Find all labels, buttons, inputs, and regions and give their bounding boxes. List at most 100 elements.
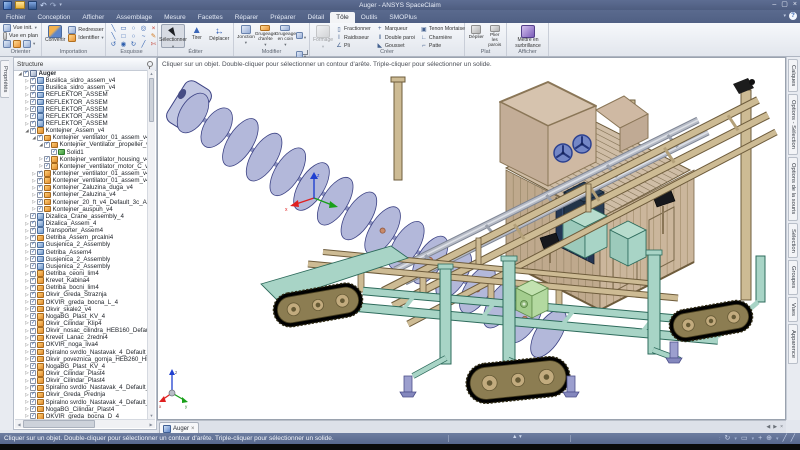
visibility-checkbox[interactable]: [30, 85, 36, 91]
visibility-checkbox[interactable]: [30, 342, 36, 348]
tree-item[interactable]: ▷Spiralno svrdlo_Nastavak_4_Default_3c_A: [15, 398, 148, 405]
fractionner-button[interactable]: ▯Fractionner: [336, 25, 371, 33]
visibility-checkbox[interactable]: [30, 213, 36, 219]
tree-item[interactable]: ▷Spiralno svrdlo_Nastavak_4_Default_3c_A: [15, 384, 148, 391]
visibility-checkbox[interactable]: [30, 92, 36, 98]
visibility-checkbox[interactable]: [30, 99, 36, 105]
ribbon-tab-fichier[interactable]: Fichier: [0, 12, 32, 23]
tree-item[interactable]: ▷REFLEKTOR_ASSEM: [15, 120, 148, 127]
visibility-checkbox[interactable]: [30, 385, 36, 391]
pan-icon[interactable]: [23, 40, 31, 48]
scroll-right-icon[interactable]: ▶: [147, 422, 155, 427]
ribbon-tab-assemblage[interactable]: Assemblage: [110, 12, 158, 23]
app-icon[interactable]: [3, 1, 12, 10]
visibility-checkbox[interactable]: [30, 399, 36, 405]
vue-init-button[interactable]: Vue init.: [3, 24, 38, 32]
tree-item[interactable]: ▷Getriba_Assem4: [15, 249, 148, 256]
tab-options-de-la-souris[interactable]: Options de la souris: [788, 157, 798, 220]
tree-item[interactable]: ▷Okvir_nosac_cilindra_HEB160_Default_3c: [15, 327, 148, 334]
crawler-track[interactable]: [464, 355, 572, 406]
tree-item[interactable]: ▷OKVIR_greda_bocna_L_4: [15, 299, 148, 306]
pan-icon[interactable]: +: [758, 434, 762, 444]
visibility-checkbox[interactable]: [30, 121, 36, 127]
viewport-3d[interactable]: Cliquer sur un objet. Double-cliquer pou…: [157, 57, 786, 420]
sketch-spline-icon[interactable]: ~: [139, 33, 148, 41]
tree-item[interactable]: ▷Okvir_Cilindar_Klip4: [15, 320, 148, 327]
tab-options-s-lection[interactable]: Options - Sélection: [788, 94, 798, 155]
overflow-icon[interactable]: :: [719, 434, 720, 444]
tree-item[interactable]: ▷Okvir_Greda_Prednja: [15, 391, 148, 398]
tree-item[interactable]: ▷Gusjenica_2_Assembly: [15, 263, 148, 270]
sketch-chamfer-icon[interactable]: ╱: [139, 41, 148, 49]
spin-view-icon[interactable]: ↻: [725, 434, 731, 444]
visibility-checkbox[interactable]: [37, 192, 43, 198]
scroll-left-icon[interactable]: ◀: [15, 422, 23, 427]
scroll-up-icon[interactable]: ▲: [148, 70, 155, 77]
visibility-checkbox[interactable]: [30, 256, 36, 262]
visibility-checkbox[interactable]: [30, 313, 36, 319]
tab-scroll-left-icon[interactable]: ◀: [766, 424, 770, 430]
tree-item[interactable]: ▷Okvir_skale2_v4: [15, 306, 148, 313]
visibility-checkbox[interactable]: [30, 271, 36, 277]
visibility-checkbox[interactable]: [37, 199, 43, 205]
deplacer-button[interactable]: ↔↔ Déplacer: [209, 24, 231, 48]
visibility-checkbox[interactable]: [30, 299, 36, 305]
charnière-button[interactable]: ∟Charnière: [421, 33, 465, 41]
visibility-checkbox[interactable]: [30, 306, 36, 312]
deplier-button[interactable]: Déplier: [468, 24, 485, 48]
view-style-icon[interactable]: ▲ ▾: [512, 434, 522, 440]
visibility-checkbox[interactable]: [30, 320, 36, 326]
visibility-checkbox[interactable]: [30, 228, 36, 234]
vue-en-plan-button[interactable]: Vue en plan: [3, 32, 38, 40]
visibility-checkbox[interactable]: [51, 149, 57, 155]
visibility-checkbox[interactable]: [44, 142, 50, 148]
pin-icon[interactable]: [147, 61, 153, 67]
fan-2[interactable]: [573, 135, 591, 153]
redo-icon[interactable]: ↷: [50, 2, 57, 9]
tirer-button[interactable]: ▲ Tirer: [186, 24, 208, 48]
qat-customize-icon[interactable]: ▾: [59, 2, 62, 8]
sketch-diagonal-icon[interactable]: ╲: [109, 33, 118, 41]
sketch-circle2-icon[interactable]: ○: [129, 33, 138, 41]
ribbon-options-icon[interactable]: ▾: [783, 13, 786, 19]
visibility-checkbox[interactable]: [30, 106, 36, 112]
outrigger-foot[interactable]: [400, 376, 416, 397]
marqueur-button[interactable]: +Marqueur: [377, 25, 415, 33]
tree-item[interactable]: ◢Kontejner_Assem_v4: [15, 127, 148, 134]
visibility-checkbox[interactable]: [30, 128, 36, 134]
formage-button[interactable]: Formage: [313, 24, 333, 50]
sketch-rect2-icon[interactable]: □: [119, 33, 128, 41]
fan-1[interactable]: [554, 144, 572, 162]
tree-item[interactable]: ▷Okvir_Greda_Straznja: [15, 291, 148, 298]
tree-item[interactable]: ▷Busilica_sidro_assem_v4: [15, 84, 148, 91]
tree-item[interactable]: ▷REFLEKTOR_ASSEM: [15, 91, 148, 98]
tree-item[interactable]: ▷Krevet_Lanac_2redni4: [15, 334, 148, 341]
tree-vertical-scrollbar[interactable]: ▲ ▼: [147, 70, 155, 419]
orient-tools[interactable]: [3, 40, 38, 48]
sketch-undo-arc-icon[interactable]: ↺: [109, 41, 118, 49]
visibility-checkbox[interactable]: [30, 370, 36, 376]
tab-groupes[interactable]: Groupes: [788, 260, 798, 294]
visibility-checkbox[interactable]: [30, 242, 36, 248]
selectionner-button[interactable]: Sélectionner: [161, 24, 185, 48]
tree-item[interactable]: ▷NogaBG_Plast_KV_4: [15, 313, 148, 320]
measure-icon[interactable]: ╱: [783, 434, 787, 444]
visibility-checkbox[interactable]: [30, 249, 36, 255]
visibility-checkbox[interactable]: [37, 185, 43, 191]
visibility-checkbox[interactable]: [37, 171, 43, 177]
sketch-delete-icon[interactable]: ×: [149, 25, 158, 33]
tab-close-icon[interactable]: ×: [780, 424, 783, 430]
tab-vues[interactable]: Vues: [788, 297, 798, 322]
visibility-checkbox[interactable]: [30, 328, 36, 334]
tree-item[interactable]: ▷Dizalica_Crane_assembly_4: [15, 213, 148, 220]
tree-item[interactable]: ▷Getriba_ceoni_lim4: [15, 270, 148, 277]
sketch-circle-icon[interactable]: ○: [129, 25, 138, 33]
tree-item[interactable]: ▷Getriba_Assem_prcalni4: [15, 234, 148, 241]
visibility-checkbox[interactable]: [44, 163, 50, 169]
tree-item[interactable]: ▷Dizalica_Assem_4: [15, 220, 148, 227]
visibility-checkbox[interactable]: [30, 349, 36, 355]
spin-icon[interactable]: [3, 40, 11, 48]
visibility-checkbox[interactable]: [44, 156, 50, 162]
sketch-rectangle-icon[interactable]: ▭: [119, 25, 128, 33]
gearbox[interactable]: [516, 280, 548, 318]
